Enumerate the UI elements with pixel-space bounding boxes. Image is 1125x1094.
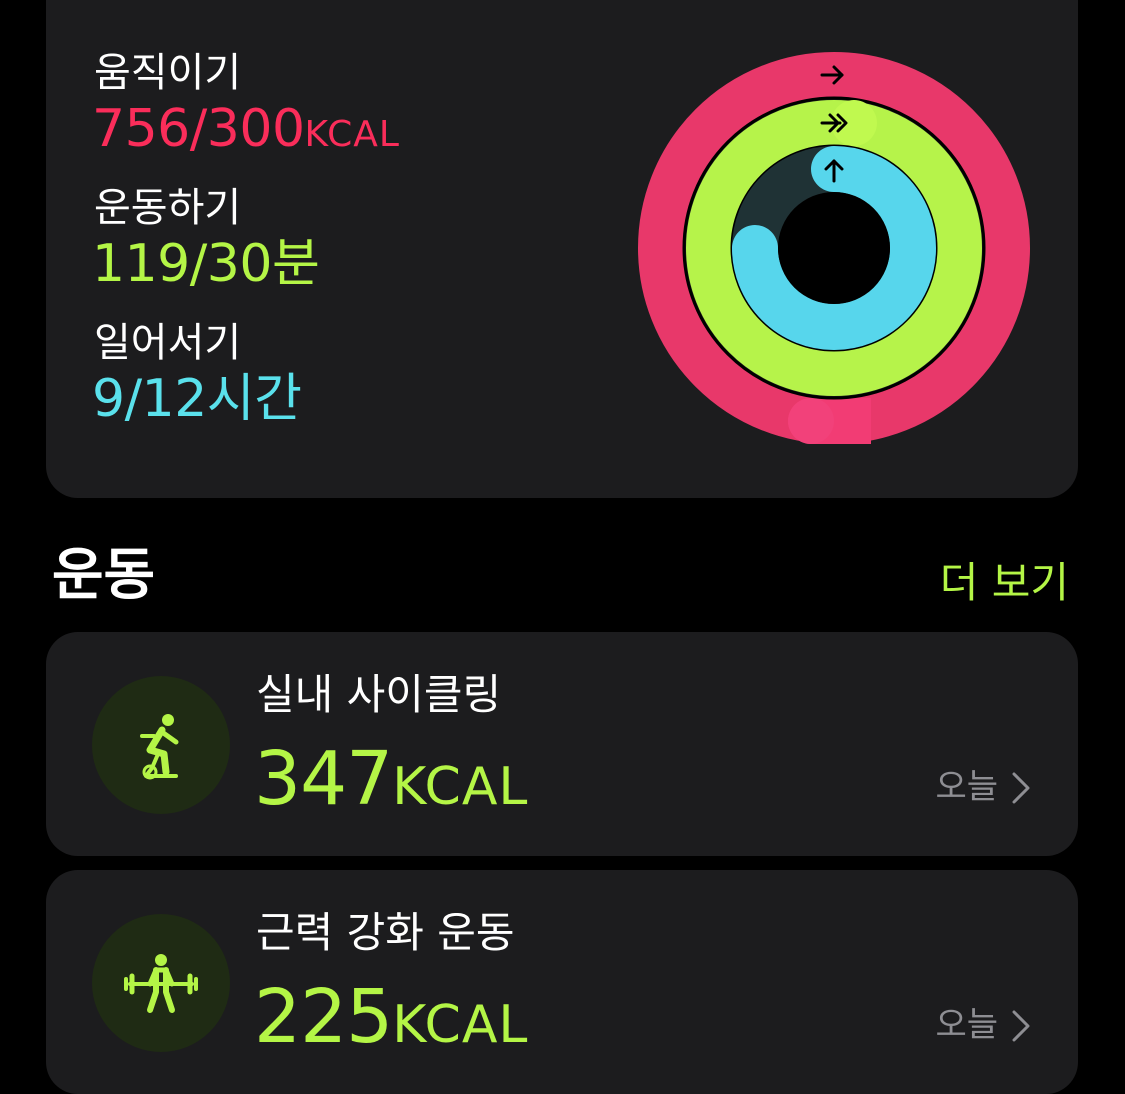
move-value-number: 756/300	[92, 99, 305, 159]
move-label: 움직이기	[94, 50, 242, 96]
stand-label: 일어서기	[94, 320, 242, 366]
workout-name: 실내 사이클링	[256, 670, 502, 719]
stand-value: 9/12시간	[92, 373, 302, 425]
chevron-right-icon	[1012, 772, 1030, 804]
workout-date: 오늘	[935, 767, 998, 807]
workout-card[interactable]: 근력 강화 운동 225KCAL 오늘	[46, 870, 1078, 1094]
workout-calories-number: 347	[254, 736, 393, 822]
see-more-link[interactable]: 더 보기	[940, 562, 1069, 604]
exercise-value: 119/30분	[92, 238, 320, 290]
workout-date: 오늘	[935, 1005, 998, 1045]
exercise-label: 운동하기	[94, 185, 242, 231]
exercise-value-number: 119/30	[92, 234, 272, 294]
workouts-section-title: 운동	[52, 543, 156, 608]
workout-calories: 225KCAL	[254, 980, 528, 1054]
workout-name: 근력 강화 운동	[256, 908, 515, 957]
move-value: 756/300KCAL	[92, 103, 400, 155]
activity-summary-card[interactable]: 움직이기 756/300KCAL 운동하기 119/30분 일어서기 9/12시…	[46, 0, 1078, 498]
workout-calories-unit: KCAL	[392, 757, 529, 817]
move-ring-cap	[788, 398, 834, 444]
workout-calories-number: 225	[254, 974, 393, 1060]
exercise-value-unit: 분	[271, 234, 320, 294]
move-value-unit: KCAL	[304, 114, 400, 155]
stand-value-number: 9/12	[92, 369, 207, 429]
rings-center	[778, 192, 890, 304]
workout-card[interactable]: 실내 사이클링 347KCAL 오늘	[46, 632, 1078, 856]
indoor-cycle-icon	[92, 676, 230, 814]
stand-value-unit: 시간	[206, 369, 302, 429]
chevron-right-icon	[1012, 1010, 1030, 1042]
workout-calories-unit: KCAL	[392, 995, 529, 1055]
activity-rings	[638, 52, 1030, 444]
workout-calories: 347KCAL	[254, 742, 528, 816]
strength-training-icon	[92, 914, 230, 1052]
